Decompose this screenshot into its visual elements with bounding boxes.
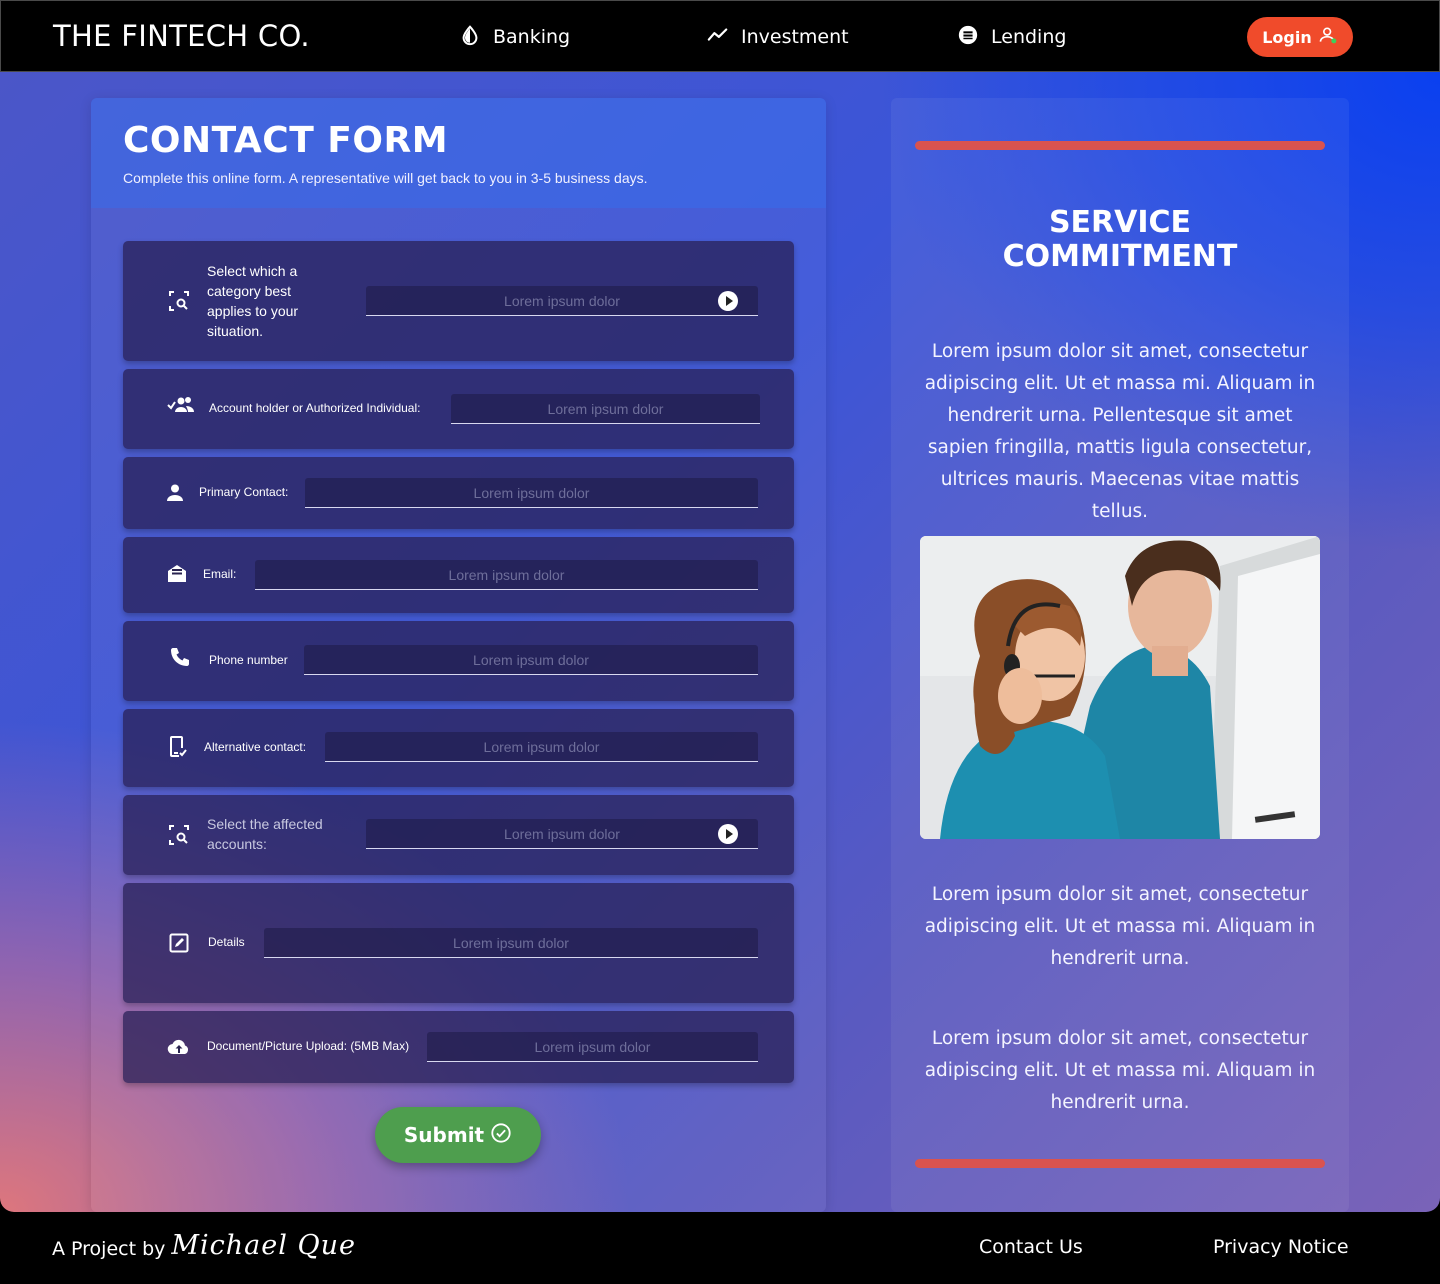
- support-team-photo: [920, 536, 1320, 839]
- service-commitment-card: SERVICE COMMITMENT Lorem ipsum dolor sit…: [891, 98, 1349, 1212]
- details-input[interactable]: [264, 928, 758, 958]
- trend-icon: [707, 24, 729, 51]
- service-paragraph-2: Lorem ipsum dolor sit amet, consectetur …: [924, 884, 1316, 969]
- nav-label-investment: Investment: [741, 26, 849, 48]
- category-label: Select which a category best applies to …: [207, 263, 299, 339]
- service-paragraph-1: Lorem ipsum dolor sit amet, consectetur …: [924, 341, 1316, 522]
- top-accent-bar: [915, 141, 1325, 150]
- lending-icon: [957, 24, 979, 51]
- project-credit: A Project by Michael Que: [52, 1230, 356, 1261]
- login-button[interactable]: Login: [1247, 17, 1353, 57]
- form-subtitle: Complete this online form. A representat…: [123, 170, 648, 186]
- service-paragraph-3: Lorem ipsum dolor sit amet, consectetur …: [924, 1028, 1316, 1113]
- dropdown-arrow-icon[interactable]: [718, 824, 738, 844]
- search-select-icon: [167, 823, 191, 847]
- search-select-icon: [167, 289, 191, 313]
- phone-label: Phone number: [209, 653, 288, 667]
- cloud-upload-icon: [167, 1035, 191, 1059]
- nav-label-lending: Lending: [991, 26, 1067, 48]
- alt-contact-label: Alternative contact:: [204, 740, 307, 754]
- check-circle-icon: [490, 1122, 512, 1149]
- brand-logo[interactable]: THE FINTECH CO.: [53, 19, 310, 53]
- form-row-alt-contact: Alternative contact:: [123, 709, 794, 787]
- upload-input[interactable]: [427, 1032, 758, 1062]
- mobile-check-icon: [165, 735, 189, 759]
- user-icon: [1318, 25, 1338, 49]
- form-row-email: Email:: [123, 537, 794, 613]
- submit-button[interactable]: Submit: [375, 1107, 541, 1163]
- form-header: CONTACT FORM Complete this online form. …: [91, 98, 826, 208]
- nav-item-lending[interactable]: Lending: [957, 23, 1066, 51]
- phone-input[interactable]: [304, 645, 758, 675]
- edit-icon: [167, 931, 191, 955]
- footer: A Project by Michael Que Contact Us Priv…: [0, 1212, 1440, 1284]
- contact-form-card: CONTACT FORM Complete this online form. …: [91, 98, 826, 1212]
- person-icon: [163, 481, 187, 505]
- form-row-affected-accounts: Select the affected accounts:: [123, 795, 794, 875]
- footer-link-privacy[interactable]: Privacy Notice: [1213, 1236, 1349, 1258]
- bottom-accent-bar: [915, 1159, 1325, 1168]
- details-label: Details: [208, 935, 245, 949]
- email-input[interactable]: [255, 560, 758, 590]
- author-signature: Michael Que: [171, 1230, 356, 1261]
- dropdown-arrow-icon[interactable]: [718, 291, 738, 311]
- upload-label: Document/Picture Upload: (5MB Max): [207, 1039, 410, 1053]
- credit-prefix: A Project by: [52, 1237, 166, 1260]
- form-row-details: Details: [123, 883, 794, 1003]
- email-label: Email:: [203, 567, 237, 581]
- service-title: SERVICE COMMITMENT: [891, 206, 1349, 274]
- main-content: CONTACT FORM Complete this online form. …: [0, 72, 1440, 1212]
- form-title: CONTACT FORM: [123, 120, 449, 161]
- account-holder-input[interactable]: [451, 394, 760, 424]
- form-row-primary-contact: Primary Contact:: [123, 457, 794, 529]
- primary-contact-label: Primary Contact:: [199, 485, 289, 499]
- account-holder-label: Account holder or Authorized Individual:: [209, 401, 421, 415]
- affected-accounts-label: Select the affected accounts:: [207, 816, 323, 852]
- affected-accounts-select[interactable]: [366, 819, 758, 849]
- form-row-phone: Phone number: [123, 621, 794, 701]
- phone-icon: [168, 645, 192, 669]
- email-icon: [165, 562, 189, 586]
- form-row-upload: Document/Picture Upload: (5MB Max): [123, 1011, 794, 1083]
- service-title-line1: SERVICE: [1048, 205, 1192, 240]
- people-check-icon: [167, 393, 195, 417]
- category-select[interactable]: [366, 286, 758, 316]
- top-navbar: THE FINTECH CO. Banking Investment Lendi…: [0, 0, 1440, 72]
- login-label: Login: [1262, 27, 1312, 47]
- nav-item-investment[interactable]: Investment: [707, 23, 849, 51]
- form-row-category: Select which a category best applies to …: [123, 241, 794, 361]
- nav-label-banking: Banking: [493, 26, 571, 48]
- alt-contact-input[interactable]: [325, 732, 758, 762]
- footer-link-contact[interactable]: Contact Us: [979, 1236, 1083, 1258]
- service-title-line2: COMMITMENT: [1002, 239, 1238, 274]
- drop-icon: [459, 24, 481, 51]
- form-row-account-holder: Account holder or Authorized Individual:: [123, 369, 794, 449]
- submit-label: Submit: [403, 1123, 485, 1147]
- nav-item-banking[interactable]: Banking: [459, 23, 570, 51]
- primary-contact-input[interactable]: [305, 478, 758, 508]
